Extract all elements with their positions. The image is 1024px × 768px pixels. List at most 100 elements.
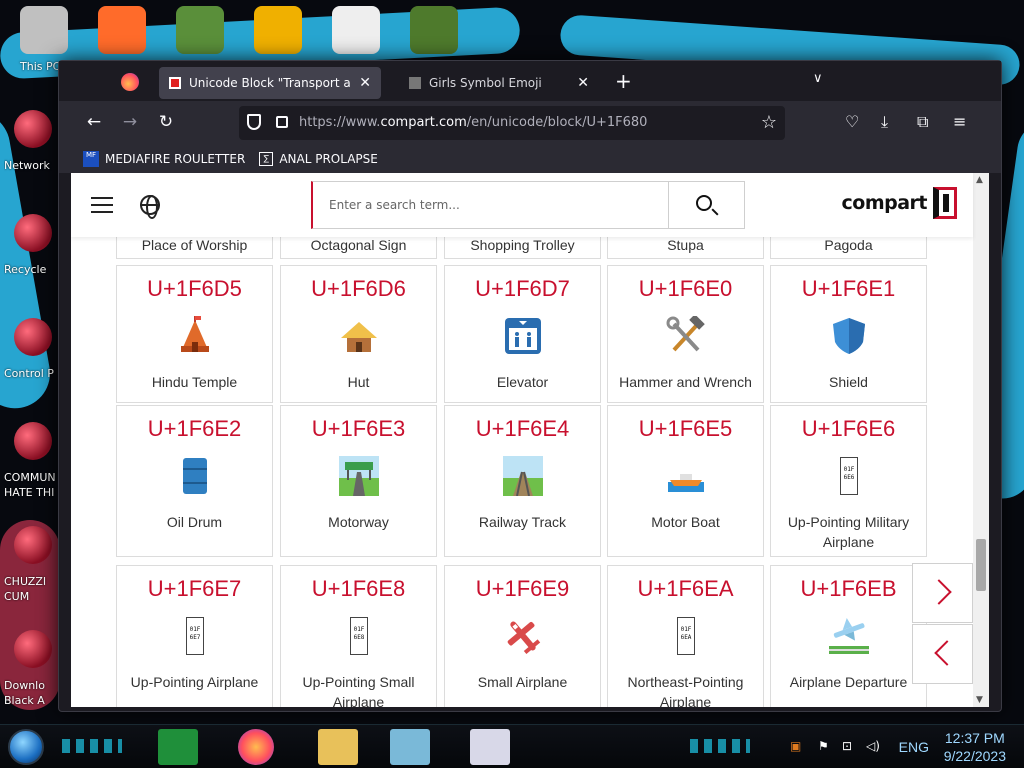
back-arrow-icon[interactable]: ← (83, 112, 105, 132)
unicode-char-card[interactable]: U+1F6D7 Elevator (444, 265, 601, 403)
address-bar[interactable]: https://www.compart.com/en/unicode/block… (239, 106, 785, 140)
sigma-bookmark-icon: ∑ (259, 152, 274, 166)
code-point: U+1F6E4 (475, 416, 570, 441)
site-menu-icon[interactable] (91, 197, 113, 213)
start-button[interactable] (8, 729, 44, 765)
taskbar-app-icon[interactable] (390, 729, 430, 765)
volume-icon[interactable]: ◁) (866, 739, 880, 753)
code-point: U+1F6EA (637, 576, 734, 601)
url-text[interactable]: https://www.compart.com/en/unicode/block… (299, 115, 647, 130)
unicode-char-card[interactable]: U+1F6E6 01F 6E6 Up-Pointing Military Airpla… (770, 405, 927, 557)
menu-hamburger-icon[interactable]: ≡ (953, 112, 966, 131)
unicode-char-card[interactable]: U+1F6E9 Small Airplane (444, 565, 601, 707)
forward-arrow-icon[interactable]: → (119, 112, 141, 132)
taskbar-notes-app-icon[interactable] (158, 729, 198, 765)
code-point: U+1F6E0 (638, 276, 733, 301)
unicode-char-card[interactable]: U+1F6E3 Motorway (280, 405, 437, 557)
bookmark-star-icon[interactable]: ☆ (761, 112, 777, 133)
url-path: /en/unicode/block/U+1F680 (466, 115, 648, 130)
unicode-char-card[interactable]: U+1F6E5 Motor Boat (607, 405, 764, 557)
tab-favicon-icon (409, 77, 421, 89)
tab-close-icon[interactable]: ✕ (359, 75, 371, 91)
money-bag-icon[interactable]: COMMUN HATE THI (0, 422, 60, 526)
unicode-char-card[interactable]: U+1F6E4 Railway Track (444, 405, 601, 557)
elevator-icon (503, 316, 543, 356)
list-all-tabs-button[interactable]: ∨ (813, 71, 823, 86)
download-icon[interactable]: Downlo Black A (0, 630, 60, 734)
char-name: Up-Pointing Military Airplane (787, 514, 910, 550)
search-input[interactable] (313, 182, 669, 228)
tab-girls-symbol-emoji[interactable]: Girls Symbol Emoji ✕ (399, 67, 599, 99)
char-name: Place of Worship (141, 237, 248, 253)
flower-app-icon[interactable] (176, 4, 226, 60)
clock-time: 12:37 PM (944, 730, 1005, 746)
char-name: Hammer and Wrench (619, 374, 752, 390)
tab-close-icon[interactable]: ✕ (577, 75, 589, 91)
de-app-icon[interactable] (254, 4, 304, 60)
pixel-cat-icon[interactable] (332, 4, 382, 60)
clock[interactable]: 12:37 PM 9/22/2023 (944, 729, 1006, 765)
hammer-wrench-icon (666, 314, 706, 356)
network-icon[interactable]: ⊡ (842, 739, 852, 753)
bookmark-second[interactable]: ∑ ANAL PROLAPSE (259, 152, 378, 166)
unicode-char-card[interactable]: U+1F6E2 Oil Drum (116, 405, 273, 557)
taskbar-firefox-icon[interactable] (238, 729, 274, 765)
char-name: Shield (829, 374, 868, 390)
unicode-char-card[interactable]: U+1F6D6 Hut (280, 265, 437, 403)
previous-page-button[interactable] (912, 624, 973, 684)
tab-bar: Unicode Block "Transport and M ✕ Girls S… (59, 61, 1001, 101)
downloads-icon[interactable]: ⤓ (881, 112, 888, 132)
input-language[interactable]: ENG (899, 739, 929, 755)
minecraft-icon[interactable] (410, 4, 460, 60)
code-point: U+1F6E7 (147, 576, 242, 601)
unicode-char-card[interactable]: U+1F6E1 Shield (770, 265, 927, 403)
page-scrollbar[interactable]: ▲ ▼ (973, 173, 989, 707)
scrollbar-thumb[interactable] (976, 539, 986, 591)
chuzzle-icon[interactable]: CHUZZI CUM (0, 526, 60, 630)
lock-icon[interactable] (276, 116, 288, 128)
missing-glyph-hexbox: 01F 6E7 (186, 617, 204, 655)
railway-track-icon (503, 456, 543, 497)
language-globe-icon[interactable] (140, 195, 160, 219)
desktop-icon-label: Network (4, 159, 50, 172)
small-airplane-icon (503, 616, 543, 656)
code-point: U+1F6D5 (147, 276, 242, 301)
firefox-desktop-image (98, 6, 146, 54)
unicode-char-card[interactable]: U+1F6EA 01F 6EA Northeast-Pointing Airplane (607, 565, 764, 707)
compart-logo[interactable]: compart (841, 187, 957, 219)
chevron-left-icon (934, 640, 960, 666)
tab-unicode-block[interactable]: Unicode Block "Transport and M ✕ (159, 67, 381, 99)
firefox-desktop-icon[interactable] (98, 4, 148, 60)
scroll-down-arrow-icon[interactable]: ▼ (976, 695, 983, 705)
this-pc-icon[interactable]: This PC (20, 4, 70, 73)
network-icon[interactable]: Network (0, 110, 60, 214)
firefox-view-icon[interactable] (121, 73, 139, 91)
unicode-char-card[interactable]: U+1F6E8 01F 6E8 Up-Pointing Small Airplane (280, 565, 437, 707)
scroll-up-arrow-icon[interactable]: ▲ (976, 175, 983, 185)
search-button[interactable] (668, 182, 744, 228)
taskbar-document-icon[interactable] (470, 729, 510, 765)
taskbar-decoration (690, 739, 750, 753)
code-point: U+1F6E8 (311, 576, 406, 601)
extensions-icon[interactable]: ⧉ (917, 112, 928, 132)
bookmark-label: ANAL PROLAPSE (279, 152, 378, 166)
missing-glyph-hexbox: 01F 6E8 (350, 617, 368, 655)
unicode-char-card[interactable]: U+1F6E0 Hammer and Wrench (607, 265, 764, 403)
bookmark-mediafire-rouletter[interactable]: MF MEDIAFIRE ROULETTER (83, 151, 245, 167)
pocket-icon[interactable]: ♡ (845, 112, 859, 131)
unicode-char-card[interactable]: U+1F6D5 Hindu Temple (116, 265, 273, 403)
next-page-button[interactable] (912, 563, 973, 623)
new-tab-button[interactable]: + (615, 70, 632, 92)
unicode-char-card[interactable]: U+1F6E7 01F 6E7 Up-Pointing Airplane (116, 565, 273, 707)
taskbar-file-explorer-icon[interactable] (318, 729, 358, 765)
control-panel-icon[interactable]: Control P (0, 318, 60, 422)
recycle-bin-icon[interactable]: Recycle (0, 214, 60, 318)
tray-app-icon[interactable]: ▣ (790, 739, 801, 753)
compart-favicon-icon (169, 77, 181, 89)
action-center-flag-icon[interactable]: ⚑ (818, 739, 829, 753)
unicode-card-grid: Place of Worship Octagonal Sign Shopping T… (71, 173, 973, 707)
unicode-char-card[interactable]: U+1F6EB Airplane Departure (770, 565, 927, 707)
logo-wordmark: compart (841, 192, 928, 214)
tracking-protection-shield-icon[interactable] (247, 114, 261, 130)
reload-icon[interactable]: ↻ (155, 112, 177, 132)
